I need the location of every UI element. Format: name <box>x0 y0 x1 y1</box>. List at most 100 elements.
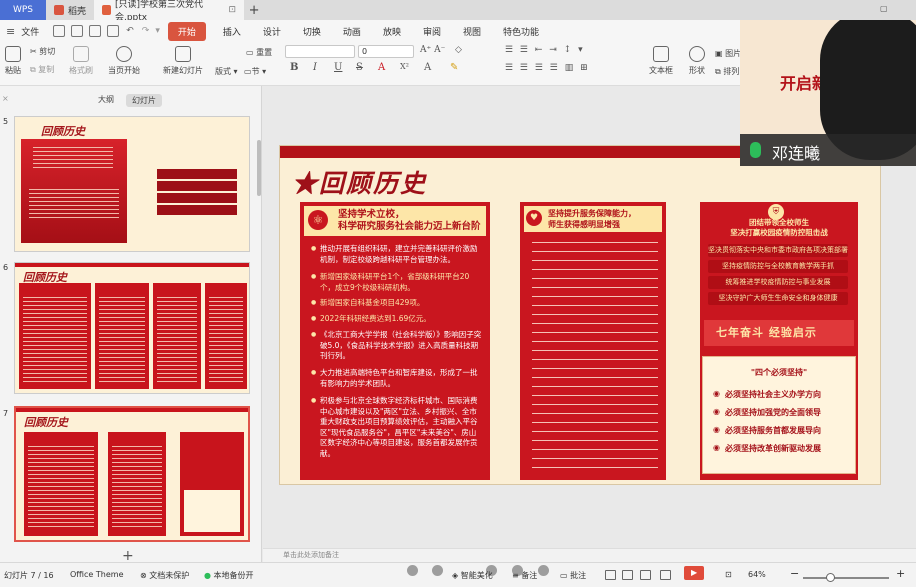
redo-icon[interactable]: ↷ <box>142 26 150 36</box>
italic-icon[interactable]: I <box>313 62 317 73</box>
play-icon: ▶ <box>691 568 698 577</box>
menu-design[interactable]: 设计 <box>252 25 292 38</box>
cut-button[interactable]: ✂ 剪切 <box>30 46 55 57</box>
print-icon[interactable] <box>89 25 102 37</box>
reading-view-icon[interactable] <box>640 570 651 580</box>
current-slide[interactable]: ★回顾历史 坚持学术立校， 科学研究服务社会能力迈上新台阶 ⚛ 推动开展有组织科… <box>279 145 881 485</box>
notes-toggle[interactable]: ≡ 备注 <box>512 570 537 581</box>
font-color-icon[interactable]: A <box>378 62 385 73</box>
slide-thumbnail-7[interactable]: 回顾历史 <box>14 406 250 542</box>
textbox-icon <box>653 46 669 62</box>
thumbnail-scrollbar[interactable] <box>257 140 261 196</box>
shape-button[interactable]: 形状 <box>684 46 710 76</box>
tab-slides[interactable]: 幻灯片 <box>126 94 162 107</box>
normal-view-icon[interactable] <box>605 570 616 580</box>
font-name-select[interactable] <box>285 45 355 58</box>
menu-view[interactable]: 视图 <box>452 25 492 38</box>
copy-button[interactable]: ⧉ 复制 <box>30 64 54 75</box>
clear-format-icon[interactable]: ◇ <box>455 45 462 55</box>
slide-title-text: 回顾历史 <box>319 169 428 198</box>
export-icon[interactable] <box>71 25 84 37</box>
tab-wps[interactable]: WPS <box>0 0 46 20</box>
local-backup[interactable]: ● 本地备份开 <box>204 570 254 581</box>
menu-transition[interactable]: 切换 <box>292 25 332 38</box>
list-icons[interactable]: ☰ ☰ ⇤ ⇥ ↕ ▾ <box>505 45 585 55</box>
smart-beautify-button[interactable]: ◈ 智能美化 <box>452 570 493 581</box>
underline-icon[interactable]: U <box>334 62 342 73</box>
zoom-slider-handle[interactable] <box>826 573 835 582</box>
thumb-topband <box>15 263 249 267</box>
thumb-title: 回顾历史 <box>41 125 85 138</box>
arrange-button[interactable]: ⧉ 排列 <box>715 66 739 77</box>
video-call-overlay[interactable]: 开启新 邓连曦 <box>740 20 916 166</box>
zoom-level[interactable]: 64% <box>748 570 766 579</box>
save-icon[interactable] <box>53 25 66 37</box>
zoom-slider-track[interactable] <box>803 577 889 579</box>
fit-icon[interactable] <box>660 570 671 580</box>
new-slide-button[interactable]: 新建幻灯片 <box>160 46 206 76</box>
slide-thumbnail-6[interactable]: 回顾历史 <box>14 262 250 394</box>
textbox-button[interactable]: 文本框 <box>646 46 676 76</box>
fit-window-icon[interactable]: ⊡ <box>725 570 732 579</box>
microphone-icon[interactable] <box>750 142 761 158</box>
shape-icon <box>689 46 705 62</box>
thumb-bar <box>157 181 237 191</box>
strikethrough-icon[interactable]: S <box>356 62 363 73</box>
align-icons[interactable]: ☰ ☰ ☰ ☰ ▥ ⊞ <box>505 63 590 73</box>
undo-icon[interactable]: ↶ <box>126 26 134 36</box>
format-painter-button[interactable]: 格式刷 <box>66 46 96 76</box>
brush-icon <box>73 46 89 62</box>
epidemic-pill: 坚决守护广大师生生命安全和身体健康 <box>708 292 848 305</box>
bullet-item: 积极参与北京全球数字经济标杆城市、国际消费中心城市建设以及"两区"立法、乡村振兴… <box>311 396 482 459</box>
new-slide-icon <box>175 46 191 62</box>
font-size-select[interactable]: 0 <box>358 45 414 58</box>
thumb-text <box>29 189 119 219</box>
reset-button[interactable]: ▭ 重置 <box>246 47 272 58</box>
must-item: 必须坚持服务首都发展导向 <box>713 425 821 436</box>
tab-outline[interactable]: 大纲 <box>98 94 114 105</box>
collapse-panel-icon[interactable]: × <box>2 94 9 103</box>
layout-button[interactable]: 版式 ▾ <box>215 66 238 77</box>
tab-document[interactable]: [只读]学校第三次党代会.pptx ⊡ <box>94 0 245 23</box>
shadow-icon[interactable]: A <box>424 62 431 73</box>
tab-home[interactable]: 稻壳 <box>46 0 94 20</box>
copy-label: 复制 <box>38 65 55 74</box>
superscript-icon[interactable]: X² <box>400 62 409 71</box>
paste-button[interactable]: 粘贴 <box>2 46 24 76</box>
zoom-in-icon[interactable]: + <box>896 567 905 580</box>
menu-file[interactable]: 文件 <box>21 25 50 38</box>
slide-thumbnail-5[interactable]: 回顾历史 <box>14 116 250 252</box>
play-slideshow-button[interactable]: ▶ <box>684 566 704 580</box>
must-item: 必须坚持加强党的全面领导 <box>713 407 821 418</box>
play-from-current-button[interactable]: 当页开始 <box>106 46 142 76</box>
slide-sorter-icon[interactable] <box>622 570 633 580</box>
new-slide-label: 新建幻灯片 <box>163 66 203 75</box>
new-tab-icon[interactable]: + <box>244 3 264 18</box>
zoom-out-icon[interactable]: − <box>790 567 799 580</box>
document-protect[interactable]: ⊗ 文档未保护 <box>140 570 189 581</box>
chevron-down-icon[interactable]: ▾ <box>155 26 160 36</box>
comments-toggle[interactable]: ▭ 批注 <box>560 570 586 581</box>
picture-label: 图片 <box>725 49 742 58</box>
experience-banner: 七年奋斗 经验启示 <box>704 320 854 346</box>
hamburger-icon[interactable]: ≡ <box>6 25 15 38</box>
section-button[interactable]: ▭节 ▾ <box>244 66 266 77</box>
menu-insert[interactable]: 插入 <box>212 25 252 38</box>
bold-icon[interactable]: B <box>290 62 298 73</box>
participant-name: 邓连曦 <box>772 144 821 163</box>
menu-animation[interactable]: 动画 <box>332 25 372 38</box>
close-icon[interactable]: ⊡ <box>228 5 236 15</box>
grow-font-icon[interactable]: A⁺ A⁻ <box>420 45 445 55</box>
tab-wps-label: WPS <box>12 5 34 15</box>
theme-name[interactable]: Office Theme <box>70 570 124 579</box>
picture-button[interactable]: ▣ 图片 <box>715 48 741 59</box>
thumb-title: 回顾历史 <box>24 416 68 429</box>
menu-review[interactable]: 审阅 <box>412 25 452 38</box>
menu-start[interactable]: 开始 <box>167 21 206 41</box>
notes-area[interactable]: 单击此处添加备注 <box>263 548 916 562</box>
preview-icon[interactable] <box>107 25 120 37</box>
menu-special[interactable]: 特色功能 <box>492 25 550 38</box>
menu-slideshow[interactable]: 放映 <box>372 25 412 38</box>
window-restore-icon[interactable]: ▢ <box>880 4 888 13</box>
highlight-icon[interactable]: ✎ <box>450 62 458 73</box>
